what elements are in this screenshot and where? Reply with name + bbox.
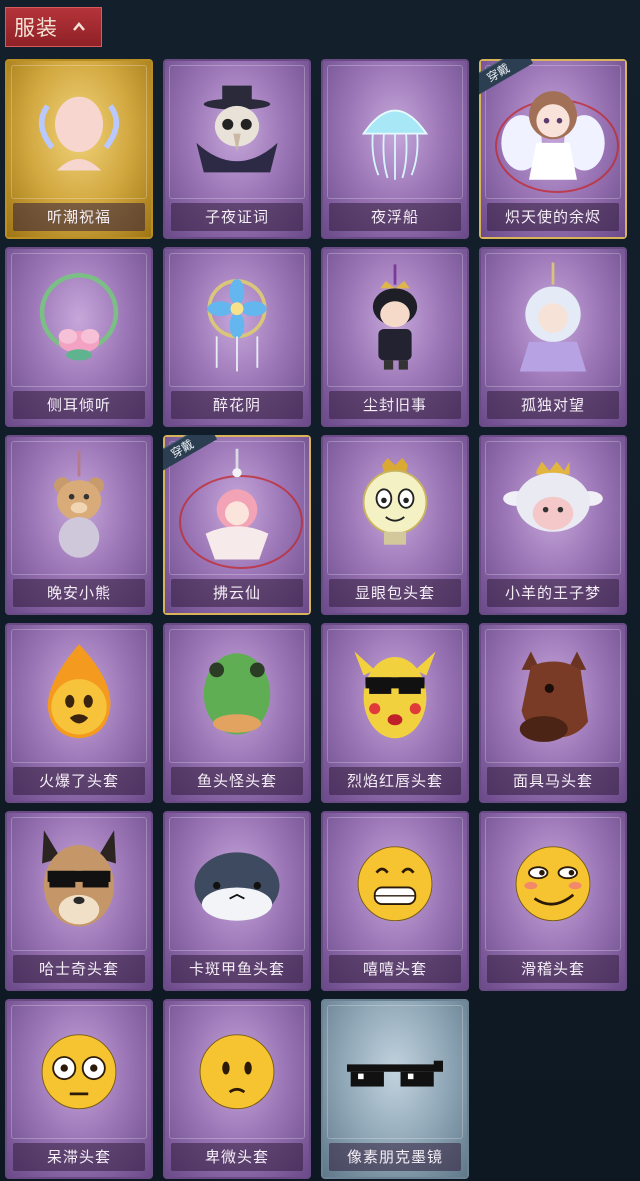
- costume-card[interactable]: 卑微头套: [163, 999, 311, 1179]
- costume-name: 炽天使的余烬: [487, 203, 619, 231]
- costume-name: 夜浮船: [329, 203, 461, 231]
- costume-name: 小羊的王子梦: [487, 579, 619, 607]
- chevron-up-icon: [73, 22, 85, 31]
- costume-name: 显眼包头套: [329, 579, 461, 607]
- costume-card[interactable]: 呆滞头套: [5, 999, 153, 1179]
- costume-name: 尘封旧事: [329, 391, 461, 419]
- costume-name: 醉花阴: [171, 391, 303, 419]
- white-hair-doll-icon: [519, 262, 587, 372]
- costume-card[interactable]: 哈士奇头套: [5, 811, 153, 991]
- costume-card[interactable]: 侧耳倾听: [5, 247, 153, 427]
- shy-emoji-icon: [199, 1034, 275, 1110]
- costume-card[interactable]: 鱼头怪头套: [163, 623, 311, 803]
- pikachu-mask-icon: [354, 651, 436, 739]
- costume-screen: 服装 听潮祝福 子夜证词 夜浮船 炽天使的余烬 穿戴 侧耳倾听 醉花阴 尘封旧事…: [0, 0, 640, 1181]
- flower-ornament-icon: [207, 279, 267, 372]
- whale-head-icon: [194, 852, 280, 921]
- costume-card[interactable]: 面具马头套: [479, 623, 627, 803]
- costume-card[interactable]: 火爆了头套: [5, 623, 153, 803]
- costume-card[interactable]: 卡斑甲鱼头套: [163, 811, 311, 991]
- boy-doll-icon: [372, 264, 418, 370]
- costume-card[interactable]: 子夜证词: [163, 59, 311, 239]
- costume-name: 侧耳倾听: [13, 391, 145, 419]
- costume-name: 拂云仙: [171, 579, 303, 607]
- fire-head-icon: [47, 644, 111, 739]
- costume-name: 面具马头套: [487, 767, 619, 795]
- costume-card[interactable]: 炽天使的余烬 穿戴: [479, 59, 627, 239]
- angel-doll-icon: [501, 91, 605, 180]
- pixel-sunglasses-icon: [347, 1060, 443, 1087]
- costume-name: 像素朋克墨镜: [329, 1143, 461, 1171]
- costume-name: 嘻嘻头套: [329, 955, 461, 983]
- costume-name: 卑微头套: [171, 1143, 303, 1171]
- costume-name: 卡斑甲鱼头套: [171, 955, 303, 983]
- costume-name: 呆滞头套: [13, 1143, 145, 1171]
- costume-name: 滑稽头套: [487, 955, 619, 983]
- costume-card[interactable]: 拂云仙 穿戴: [163, 435, 311, 615]
- costume-card[interactable]: 夜浮船: [321, 59, 469, 239]
- grin-emoji-icon: [357, 846, 433, 922]
- fish-head-icon: [203, 653, 271, 735]
- costume-card[interactable]: 听潮祝福: [5, 59, 153, 239]
- costume-name: 晚安小熊: [13, 579, 145, 607]
- lotus-wreath-icon: [39, 273, 119, 361]
- costume-card[interactable]: 显眼包头套: [321, 435, 469, 615]
- costume-name: 鱼头怪头套: [171, 767, 303, 795]
- costume-name: 孤独对望: [487, 391, 619, 419]
- costume-name: 子夜证词: [171, 203, 303, 231]
- costume-card[interactable]: 烈焰红唇头套: [321, 623, 469, 803]
- costume-card[interactable]: 醉花阴: [163, 247, 311, 427]
- angel-head-icon: [39, 96, 119, 171]
- costume-name: 烈焰红唇头套: [329, 767, 461, 795]
- costume-tab-label: 服装: [14, 16, 58, 40]
- costume-name: 听潮祝福: [13, 203, 145, 231]
- costume-card[interactable]: 晚安小熊: [5, 435, 153, 615]
- smirk-emoji-icon: [515, 846, 591, 922]
- costume-card[interactable]: 尘封旧事: [321, 247, 469, 427]
- horse-mask-icon: [519, 651, 589, 742]
- costume-card[interactable]: 嘻嘻头套: [321, 811, 469, 991]
- bulb-head-icon: [362, 457, 428, 545]
- costume-name: 火爆了头套: [13, 767, 145, 795]
- costume-card[interactable]: 小羊的王子梦: [479, 435, 627, 615]
- fairy-doll-icon: [205, 448, 269, 560]
- blank-emoji-icon: [41, 1034, 117, 1110]
- costume-name: 哈士奇头套: [13, 955, 145, 983]
- teddy-bear-icon: [54, 450, 104, 558]
- costume-card[interactable]: 像素朋克墨镜: [321, 999, 469, 1179]
- jellyfish-icon: [361, 109, 429, 180]
- husky-mask-icon: [42, 830, 116, 927]
- costume-tab[interactable]: 服装: [5, 7, 102, 47]
- costume-card[interactable]: 孤独对望: [479, 247, 627, 427]
- plague-doctor-icon: [196, 85, 278, 173]
- costume-card[interactable]: 滑稽头套: [479, 811, 627, 991]
- sheep-crown-icon: [503, 461, 603, 532]
